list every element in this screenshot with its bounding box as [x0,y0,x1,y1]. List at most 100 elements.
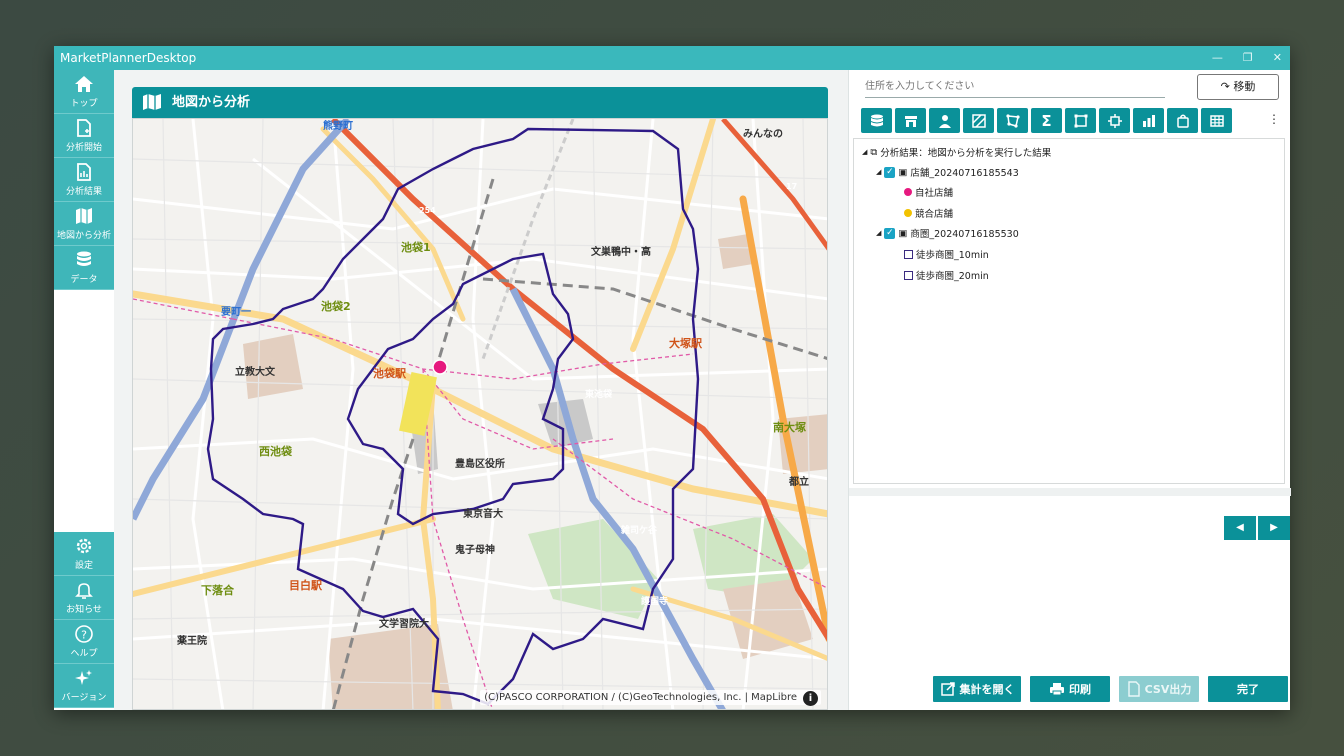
close-icon[interactable]: ✕ [1273,46,1282,70]
sidebar-item-top[interactable]: トップ [54,70,114,114]
tree-competitor[interactable]: 競合店舗 [904,206,953,220]
sidebar-item-label: 分析結果 [65,187,102,197]
pane-divider[interactable] [849,488,1291,496]
map-attribution: (C)PASCO CORPORATION / (C)GeoTechnologie… [480,690,821,706]
sidebar-item-label: トップ [70,99,98,109]
crop-tool-icon[interactable] [1099,108,1130,133]
map-canvas[interactable]: 熊野町 池袋1 池袋2 要町一 立教大文 池袋駅 西池袋 豊島区役所 東京音大 … [132,118,828,710]
tree-root[interactable]: ◢ ⧉ 分析結果：地図から分析を実行した結果 [862,145,1052,160]
map-label: 要町一 [221,306,251,318]
store-layer-checkbox[interactable]: ✓ [884,166,896,178]
own-store-dot-icon [904,188,912,196]
map-graphic[interactable]: 熊野町 池袋1 池袋2 要町一 立教大文 池袋駅 西池袋 豊島区役所 東京音大 … [133,119,828,710]
sidebar-item-help[interactable]: ? ヘルプ [54,620,114,664]
sidebar-item-analysis-result[interactable]: 分析結果 [54,158,114,202]
person-tool-icon[interactable] [929,108,960,133]
help-icon: ? [75,625,93,643]
tree-area-layer[interactable]: ◢ ✓ ▣ 商圏_20240716185530 [876,226,1019,240]
sidebar-item-label: 分析開始 [65,143,102,153]
title-bar: MarketPlannerDesktop — ❐ ✕ [54,46,1290,70]
print-button[interactable]: 印刷 [1030,676,1110,702]
sparkle-icon [75,670,92,685]
area-layer-label: 商圏_20240716185530 [910,229,1019,240]
doc-chart-icon [77,163,91,181]
map-panel: 地図から分析 熊野町 池袋1 池袋2 要町一 立教大文 池袋駅 西池袋 豊島区役… [114,70,848,710]
tree-store-layer[interactable]: ◢ ✓ ▣ 店舗_20240716185543 [876,165,1019,179]
collapse-triangle-icon[interactable]: ◢ [876,229,881,237]
bell-icon [75,583,93,599]
own-store-label: 自社店舗 [915,188,954,199]
map-label: 17 [786,182,797,191]
layers-icon: ⧉ [870,146,878,158]
sidebar-item-notice[interactable]: お知らせ [54,576,114,620]
sidebar-item-data[interactable]: データ [54,246,114,290]
map-label: 文学習院大 [379,617,429,630]
info-icon[interactable]: i [803,691,818,706]
sidebar-item-label: 設定 [74,561,93,571]
tree-root-label: 分析結果：地図から分析を実行した結果 [880,148,1052,159]
gear-icon [76,538,92,554]
map-icon [76,208,92,224]
layer-toolbar: Σ [861,108,1232,134]
open-summary-button[interactable]: 集計を開く [933,676,1021,702]
database-tool-icon[interactable] [861,108,892,133]
ranking-chart-tool-icon[interactable] [1133,108,1164,133]
area-layer-checkbox[interactable]: ✓ [884,227,896,239]
done-label: 完了 [1237,683,1259,696]
csv-export-label: CSV出力 [1144,683,1192,696]
rectangle-tool-icon[interactable] [1065,108,1096,133]
shopping-bag-tool-icon[interactable] [1167,108,1198,133]
redo-arrow-icon: ↷ [1220,80,1230,93]
map-label: 都立 [788,475,809,488]
attribution-text: (C)PASCO CORPORATION / (C)GeoTechnologie… [484,692,797,703]
sidebar-item-map-analysis[interactable]: 地図から分析 [54,202,114,246]
collapse-triangle-icon[interactable]: ◢ [876,168,881,176]
map-label: 池袋2 [321,299,351,313]
sidebar-item-settings[interactable]: 設定 [54,532,114,576]
done-button[interactable]: 完了 [1208,676,1288,702]
map-label: 池袋駅 [373,366,406,380]
polygon-tool-icon[interactable] [997,108,1028,133]
map-icon [143,94,161,110]
map-label: 文巣鴨中・高 [591,245,651,258]
more-menu-icon[interactable]: ⋮ [1268,112,1280,126]
sidebar-item-label: バージョン [61,693,107,703]
sidebar-item-label: データ [70,275,98,285]
collapse-triangle-icon[interactable]: ◢ [862,148,867,156]
map-label: 豊島区役所 [455,457,505,470]
sigma-tool-icon[interactable]: Σ [1031,108,1062,133]
window-title: MarketPlannerDesktop [60,51,197,65]
map-label: 熊野町 [323,119,353,132]
tree-walk10[interactable]: 徒歩商圏_10min [904,247,989,261]
sidebar-item-label: 地図から分析 [56,231,111,241]
open-summary-label: 集計を開く [959,683,1015,696]
table-tool-icon[interactable] [1201,108,1232,133]
print-label: 印刷 [1069,683,1091,696]
sidebar-item-analysis-start[interactable]: 分析開始 [54,114,114,158]
address-input[interactable] [865,76,1165,98]
panel-title: 地図から分析 [172,95,251,110]
sidebar-item-label: ヘルプ [70,649,98,659]
tree-walk20[interactable]: 徒歩商圏_20min [904,268,989,282]
walk20-label: 徒歩商圏_20min [916,271,989,282]
next-arrow-icon[interactable]: ▶ [1258,516,1290,540]
app-window: MarketPlannerDesktop — ❐ ✕ トップ 分析開始 分析結果… [54,46,1291,710]
map-label: 下落合 [201,583,235,597]
csv-export-button[interactable]: CSV出力 [1119,676,1199,702]
map-label: 東京音大 [463,507,503,520]
sidebar-item-version[interactable]: バージョン [54,664,114,708]
store-tool-icon[interactable] [895,108,926,133]
map-label: 護国寺 [641,595,668,607]
map-label: 東池袋 [585,388,613,400]
tree-own-store[interactable]: 自社店舗 [904,185,953,199]
walk10-swatch-icon [904,249,913,259]
maximize-icon[interactable]: ❐ [1243,46,1253,70]
map-label: 目白駅 [289,578,322,592]
minimize-icon[interactable]: — [1212,46,1223,70]
hatch-area-tool-icon[interactable] [963,108,994,133]
move-button[interactable]: ↷ 移動 [1197,74,1279,100]
map-label: 南大塚 [773,420,806,434]
pager: ◀ ▶ [1224,516,1290,540]
prev-arrow-icon[interactable]: ◀ [1224,516,1256,540]
map-label: 雑司ケ谷 [620,524,658,536]
